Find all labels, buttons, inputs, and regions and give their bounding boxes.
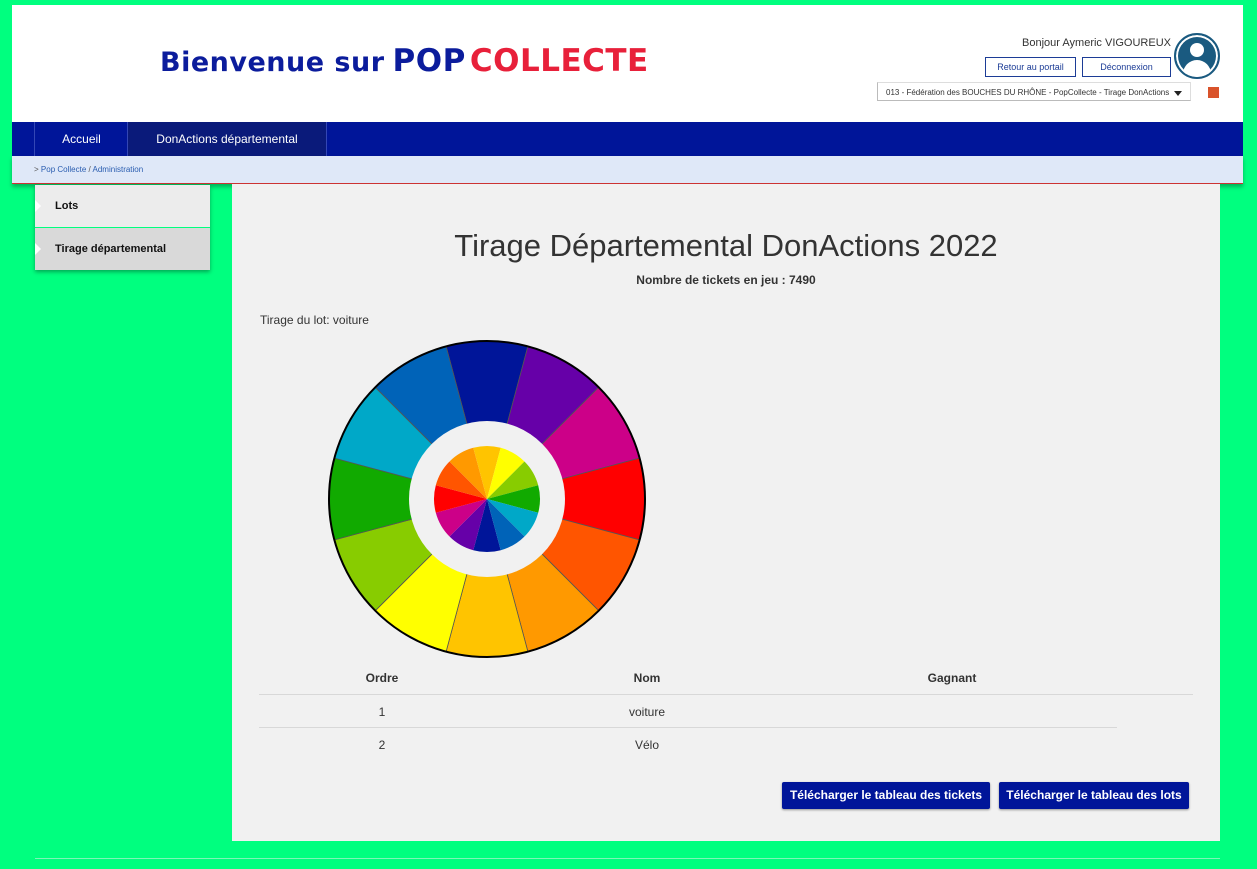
app-logo: Bienvenue sur POP COLLECTE bbox=[160, 43, 649, 79]
prize-wheel[interactable] bbox=[325, 337, 649, 661]
page-title: Tirage Départemental DonActions 2022 bbox=[454, 228, 998, 263]
column-header-nom: Nom bbox=[633, 671, 661, 685]
user-avatar-icon[interactable] bbox=[1174, 33, 1220, 79]
breadcrumb-prefix: > bbox=[34, 165, 39, 174]
main-nav: Accueil DonActions départemental bbox=[12, 122, 1243, 156]
table-row-divider bbox=[259, 727, 1117, 728]
lot-label: Tirage du lot: voiture bbox=[260, 313, 369, 327]
table-divider bbox=[259, 694, 1193, 695]
caret-right-icon bbox=[35, 200, 41, 212]
nav-item-donactions[interactable]: DonActions départemental bbox=[127, 122, 327, 156]
wheel-inner-ring bbox=[434, 446, 540, 552]
tickets-count: Nombre de tickets en jeu : 7490 bbox=[636, 273, 816, 287]
sidebar: Lots Tirage départemental bbox=[35, 185, 210, 270]
sidebar-item-lots[interactable]: Lots bbox=[35, 185, 210, 227]
cell-ordre: 1 bbox=[378, 705, 386, 719]
nav-item-accueil[interactable]: Accueil bbox=[34, 122, 128, 156]
breadcrumb-link-popcollecte[interactable]: Pop Collecte bbox=[41, 165, 86, 174]
caret-right-icon bbox=[35, 243, 41, 255]
sidebar-item-tirage[interactable]: Tirage départemental bbox=[35, 228, 210, 270]
portal-button[interactable]: Retour au portail bbox=[985, 57, 1076, 77]
logout-button[interactable]: Déconnexion bbox=[1082, 57, 1171, 77]
breadcrumb-separator: / bbox=[88, 165, 91, 174]
sidebar-item-label: Lots bbox=[55, 200, 79, 212]
breadcrumb: > Pop Collecte / Administration bbox=[12, 156, 1243, 184]
main-panel: Tirage Départemental DonActions 2022 Nom… bbox=[232, 184, 1220, 841]
status-square-icon[interactable] bbox=[1208, 87, 1219, 98]
context-select[interactable]: 013 - Fédération des BOUCHES DU RHÔNE - … bbox=[877, 82, 1191, 101]
cell-ordre: 2 bbox=[378, 738, 386, 752]
avatar-body bbox=[1183, 60, 1211, 77]
cell-nom: Vélo bbox=[634, 738, 660, 752]
context-select-value: 013 - Fédération des BOUCHES DU RHÔNE - … bbox=[886, 88, 1170, 97]
user-greeting: Bonjour Aymeric VIGOUREUX bbox=[1022, 37, 1171, 49]
brand-pop: POP bbox=[392, 43, 466, 79]
chevron-down-icon bbox=[1174, 91, 1182, 96]
brand-prefix: Bienvenue sur bbox=[160, 47, 385, 78]
cell-nom: voiture bbox=[628, 705, 666, 719]
sidebar-item-label: Tirage départemental bbox=[55, 243, 167, 255]
header: Bienvenue sur POP COLLECTE Bonjour Aymeric… bbox=[12, 5, 1243, 122]
avatar-head bbox=[1190, 43, 1204, 57]
column-header-ordre: Ordre bbox=[365, 671, 399, 685]
download-lots-button[interactable]: Télécharger le tableau des lots bbox=[999, 782, 1189, 809]
column-header-gagnant: Gagnant bbox=[927, 671, 977, 685]
breadcrumb-link-administration[interactable]: Administration bbox=[93, 165, 144, 174]
download-tickets-button[interactable]: Télécharger le tableau des tickets bbox=[782, 782, 990, 809]
footer-divider bbox=[35, 858, 1220, 859]
brand-collecte: COLLECTE bbox=[469, 43, 649, 79]
